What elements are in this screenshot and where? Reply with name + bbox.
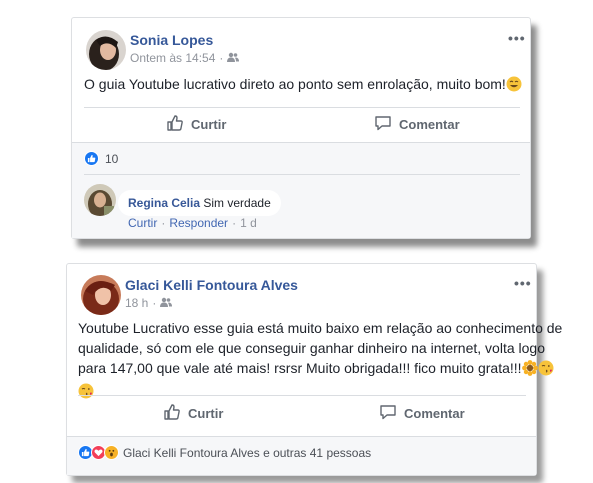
meta-separator: · [219, 51, 224, 65]
avatar[interactable] [81, 275, 121, 315]
separator: · [232, 216, 237, 230]
comment-button[interactable]: Comentar [374, 114, 460, 135]
post-card-sonia: Sonia Lopes Ontem às 14:54 · ••• O guia … [71, 17, 531, 239]
thumbs-up-icon [166, 114, 184, 135]
reaction-summary[interactable]: 10 [84, 151, 118, 166]
comment-avatar[interactable] [84, 184, 116, 216]
divider [67, 436, 536, 437]
post-timestamp[interactable]: Ontem às 14:54 [130, 51, 215, 65]
reaction-count: 10 [105, 151, 119, 166]
post-meta: Ontem às 14:54 · [130, 51, 240, 65]
more-options-button[interactable]: ••• [508, 30, 526, 46]
divider [84, 174, 520, 175]
comment-icon [379, 403, 397, 424]
sunflower-emoji [521, 360, 538, 381]
post-timestamp[interactable]: 18 h [125, 296, 148, 310]
comment-author[interactable]: Regina Celia [128, 196, 200, 210]
more-options-button[interactable]: ••• [514, 275, 532, 291]
thumbs-up-icon [163, 403, 181, 424]
divider [72, 142, 530, 143]
post-text: O guia Youtube lucrativo direto ao ponto… [84, 74, 522, 97]
post-author-name[interactable]: Glaci Kelli Fontoura Alves [125, 277, 298, 293]
post-text-line: para 147,00 que vale até mais! rsrsr Mui… [78, 360, 522, 376]
like-button[interactable]: Curtir [166, 114, 226, 135]
comment-button-label: Comentar [404, 406, 465, 421]
kiss-emoji [538, 360, 554, 381]
avatar[interactable] [86, 30, 126, 70]
like-button[interactable]: Curtir [163, 403, 223, 424]
divider [78, 395, 526, 396]
privacy-friends-icon[interactable] [227, 51, 240, 65]
reaction-names: Glaci Kelli Fontoura Alves e outras 41 p… [123, 445, 372, 460]
like-reaction-icon [84, 151, 99, 166]
comment-bubble: Regina Celia Sim verdade [118, 190, 281, 216]
like-button-label: Curtir [191, 117, 227, 132]
post-text-line: Youtube Lucrativo esse guia está muito b… [78, 320, 563, 336]
smile-emoji [506, 76, 522, 97]
comment-reply-link[interactable]: Responder [169, 216, 228, 230]
separator: · [161, 216, 166, 230]
like-button-label: Curtir [188, 406, 224, 421]
comment-like-link[interactable]: Curtir [128, 216, 157, 230]
comment-text: Sim verdade [203, 196, 271, 210]
post-text-line: qualidade, só com ele que conseguir ganh… [78, 340, 545, 356]
post-meta: 18 h · [125, 296, 173, 310]
post-text-content: O guia Youtube lucrativo direto ao ponto… [84, 76, 506, 92]
wow-reaction-icon [104, 445, 119, 460]
kiss-emoji [78, 383, 94, 404]
post-card-glaci: Glaci Kelli Fontoura Alves 18 h · ••• Yo… [66, 263, 563, 476]
meta-separator: · [152, 296, 157, 310]
post-author-name[interactable]: Sonia Lopes [130, 32, 213, 48]
post-text: Youtube Lucrativo esse guia está muito b… [78, 318, 563, 404]
privacy-friends-icon[interactable] [160, 296, 173, 310]
comment-actions: Curtir · Responder · 1 d [128, 216, 257, 230]
comment-timestamp[interactable]: 1 d [240, 216, 257, 230]
divider [84, 107, 520, 108]
comment-button[interactable]: Comentar [379, 403, 465, 424]
comment-button-label: Comentar [399, 117, 460, 132]
reaction-summary[interactable]: Glaci Kelli Fontoura Alves e outras 41 p… [78, 445, 371, 460]
comment-icon [374, 114, 392, 135]
